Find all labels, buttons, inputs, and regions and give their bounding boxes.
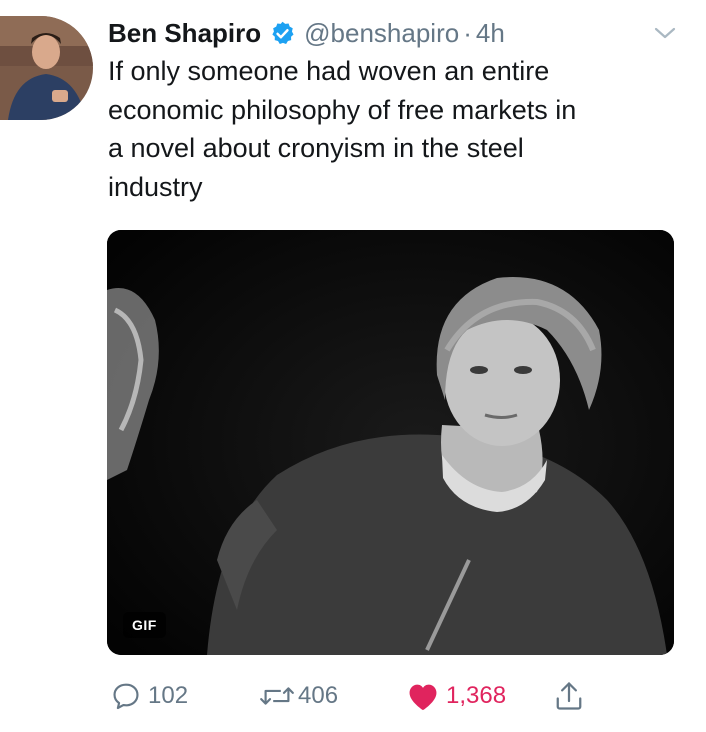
retweet-icon — [258, 680, 296, 712]
tweet-actions: 102 406 1,368 — [108, 676, 588, 716]
reply-button[interactable]: 102 — [110, 676, 188, 716]
reply-icon — [110, 680, 142, 712]
share-button[interactable] — [554, 676, 584, 716]
retweet-button[interactable]: 406 — [258, 676, 338, 716]
heart-icon — [406, 680, 440, 712]
like-button[interactable]: 1,368 — [406, 676, 506, 716]
chevron-down-icon[interactable] — [652, 24, 678, 42]
tweet-text: If only someone had woven an entire econ… — [108, 52, 698, 206]
user-handle[interactable]: @benshapiro — [304, 18, 459, 49]
gif-badge: GIF — [123, 612, 166, 638]
share-icon — [554, 679, 584, 713]
tweet-text-line: a novel about cronyism in the steel — [108, 133, 524, 163]
tweet-text-line: economic philosophy of free markets in — [108, 94, 577, 125]
separator-dot: · — [463, 17, 472, 48]
gif-media[interactable]: GIF — [107, 230, 674, 655]
verified-badge-icon — [269, 20, 296, 47]
avatar[interactable] — [0, 16, 93, 120]
retweet-count: 406 — [298, 682, 339, 709]
like-count: 1,368 — [446, 682, 507, 709]
display-name[interactable]: Ben Shapiro — [108, 18, 261, 49]
tweet-header: Ben Shapiro @benshapiro · 4h — [108, 14, 505, 52]
timestamp[interactable]: 4h — [476, 18, 505, 49]
reply-count: 102 — [148, 682, 189, 709]
tweet-text-line: industry — [108, 171, 203, 202]
tweet-text-line: If only someone had woven an entire — [108, 56, 550, 86]
